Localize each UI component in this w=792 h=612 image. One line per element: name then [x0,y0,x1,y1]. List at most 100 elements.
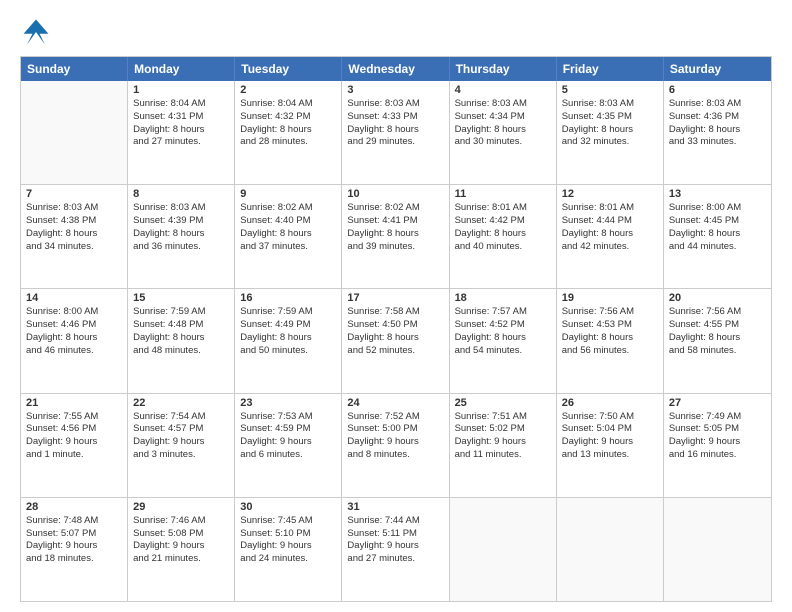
cell-line: and 32 minutes. [562,136,658,149]
cell-line: and 27 minutes. [133,136,229,149]
calendar-cell: 18Sunrise: 7:57 AMSunset: 4:52 PMDayligh… [450,289,557,392]
cell-line: Sunrise: 8:03 AM [26,202,122,215]
cell-line: Daylight: 8 hours [669,124,766,137]
calendar-cell: 27Sunrise: 7:49 AMSunset: 5:05 PMDayligh… [664,394,771,497]
cell-line: Daylight: 8 hours [240,332,336,345]
cell-line: Sunset: 5:10 PM [240,528,336,541]
calendar-cell: 31Sunrise: 7:44 AMSunset: 5:11 PMDayligh… [342,498,449,601]
day-number: 7 [26,188,122,200]
cell-line: Sunset: 5:04 PM [562,423,658,436]
cell-line: Daylight: 9 hours [133,436,229,449]
cell-line: Sunrise: 7:59 AM [240,306,336,319]
cell-line: Daylight: 8 hours [562,332,658,345]
calendar-cell: 2Sunrise: 8:04 AMSunset: 4:32 PMDaylight… [235,81,342,184]
day-number: 8 [133,188,229,200]
header [20,16,772,48]
header-day-saturday: Saturday [664,57,771,81]
cell-line: and 48 minutes. [133,345,229,358]
cell-line: Sunset: 4:36 PM [669,111,766,124]
cell-line: Sunset: 4:45 PM [669,215,766,228]
cell-line: Daylight: 8 hours [26,228,122,241]
calendar-body: 1Sunrise: 8:04 AMSunset: 4:31 PMDaylight… [21,81,771,601]
cell-line: Sunrise: 7:48 AM [26,515,122,528]
cell-line: Sunrise: 7:44 AM [347,515,443,528]
cell-line: Sunset: 5:00 PM [347,423,443,436]
day-number: 15 [133,292,229,304]
cell-line: and 24 minutes. [240,553,336,566]
cell-line: Sunrise: 7:46 AM [133,515,229,528]
cell-line: Daylight: 8 hours [562,124,658,137]
calendar-cell: 5Sunrise: 8:03 AMSunset: 4:35 PMDaylight… [557,81,664,184]
cell-line: Daylight: 9 hours [240,540,336,553]
calendar-row-3: 14Sunrise: 8:00 AMSunset: 4:46 PMDayligh… [21,289,771,393]
day-number: 20 [669,292,766,304]
cell-line: Daylight: 9 hours [240,436,336,449]
day-number: 11 [455,188,551,200]
calendar-cell: 20Sunrise: 7:56 AMSunset: 4:55 PMDayligh… [664,289,771,392]
logo-icon [20,16,52,48]
calendar-cell: 26 Sunrise: 7:50 AMSunset: 5:04 PMDayligh… [557,394,664,497]
page: SundayMondayTuesdayWednesdayThursdayFrid… [0,0,792,612]
calendar-cell: 29Sunrise: 7:46 AMSunset: 5:08 PMDayligh… [128,498,235,601]
cell-line: Sunset: 4:34 PM [455,111,551,124]
day-number: 16 [240,292,336,304]
cell-line: and 42 minutes. [562,241,658,254]
calendar-cell: 12Sunrise: 8:01 AMSunset: 4:44 PMDayligh… [557,185,664,288]
calendar-cell: 15 Sunrise: 7:59 AMSunset: 4:48 PMDayligh… [128,289,235,392]
cell-line: Sunset: 4:46 PM [26,319,122,332]
day-number: 26 [562,397,658,409]
calendar-cell: 25Sunrise: 7:51 AMSunset: 5:02 PMDayligh… [450,394,557,497]
cell-line: Sunrise: 7:45 AM [240,515,336,528]
calendar-cell: 10Sunrise: 8:02 AMSunset: 4:41 PMDayligh… [342,185,449,288]
calendar-cell: 13Sunrise: 8:00 AMSunset: 4:45 PMDayligh… [664,185,771,288]
cell-line: Sunset: 5:05 PM [669,423,766,436]
cell-line: Sunrise: 8:02 AM [240,202,336,215]
cell-line: Sunrise: 8:03 AM [562,98,658,111]
calendar-cell [664,498,771,601]
day-number: 13 [669,188,766,200]
cell-line: and 6 minutes. [240,449,336,462]
day-number: 9 [240,188,336,200]
calendar-row-2: 7Sunrise: 8:03 AMSunset: 4:38 PMDaylight… [21,185,771,289]
cell-line: Sunset: 4:40 PM [240,215,336,228]
cell-line: Sunrise: 7:59 AM [133,306,229,319]
logo [20,16,56,48]
cell-line: and 8 minutes. [347,449,443,462]
cell-line: Sunrise: 7:56 AM [669,306,766,319]
cell-line: Daylight: 8 hours [133,332,229,345]
calendar-cell: 16Sunrise: 7:59 AMSunset: 4:49 PMDayligh… [235,289,342,392]
calendar-cell [21,81,128,184]
cell-line: Sunset: 4:50 PM [347,319,443,332]
cell-line: Daylight: 8 hours [133,124,229,137]
cell-line: Daylight: 9 hours [562,436,658,449]
cell-line: and 58 minutes. [669,345,766,358]
calendar-cell: 7Sunrise: 8:03 AMSunset: 4:38 PMDaylight… [21,185,128,288]
cell-line: Daylight: 8 hours [669,228,766,241]
cell-line: and 1 minute. [26,449,122,462]
cell-line: Daylight: 8 hours [455,228,551,241]
cell-line: Daylight: 8 hours [347,332,443,345]
cell-line: Daylight: 9 hours [26,436,122,449]
cell-line: Sunset: 4:31 PM [133,111,229,124]
cell-line: Daylight: 8 hours [133,228,229,241]
day-number: 5 [562,84,658,96]
cell-line: and 30 minutes. [455,136,551,149]
cell-line: Sunrise: 7:55 AM [26,411,122,424]
cell-line: Daylight: 9 hours [669,436,766,449]
calendar-row-5: 28Sunrise: 7:48 AMSunset: 5:07 PMDayligh… [21,498,771,601]
header-day-monday: Monday [128,57,235,81]
cell-line: and 3 minutes. [133,449,229,462]
cell-line: and 44 minutes. [669,241,766,254]
cell-line: Sunset: 4:48 PM [133,319,229,332]
calendar-row-1: 1Sunrise: 8:04 AMSunset: 4:31 PMDaylight… [21,81,771,185]
calendar-cell: 28Sunrise: 7:48 AMSunset: 5:07 PMDayligh… [21,498,128,601]
cell-line: Sunrise: 7:50 AM [562,411,658,424]
cell-line: and 39 minutes. [347,241,443,254]
cell-line: Sunrise: 8:03 AM [347,98,443,111]
cell-line: Daylight: 9 hours [347,436,443,449]
calendar-cell: 4Sunrise: 8:03 AMSunset: 4:34 PMDaylight… [450,81,557,184]
cell-line: and 18 minutes. [26,553,122,566]
cell-line: Sunset: 4:59 PM [240,423,336,436]
cell-line: Sunset: 4:41 PM [347,215,443,228]
day-number: 14 [26,292,122,304]
